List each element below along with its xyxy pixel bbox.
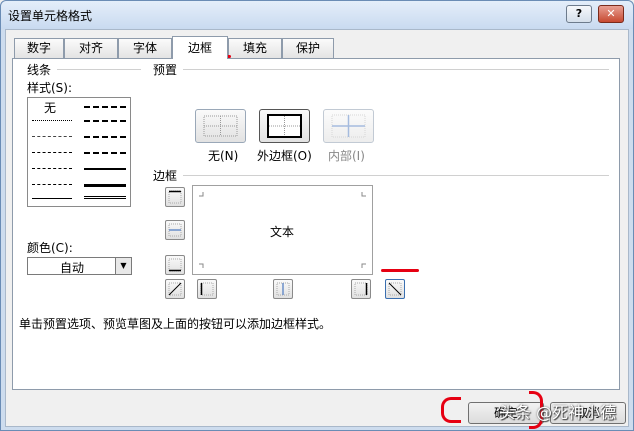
tab-protection[interactable]: 保护 xyxy=(282,38,334,58)
line-style-dash-dot-dot[interactable] xyxy=(32,152,72,153)
preset-outline-button[interactable] xyxy=(259,109,310,143)
style-label: 样式(S): xyxy=(27,81,73,95)
border-bottom-icon xyxy=(168,258,182,272)
preset-none-label: 无(N) xyxy=(208,149,239,163)
line-group-label: 线条 xyxy=(27,63,52,77)
line-style-medium[interactable] xyxy=(84,168,126,170)
preset-outline-icon xyxy=(267,114,302,138)
line-style-hair[interactable] xyxy=(32,120,72,121)
line-style-slant-dash-dot[interactable] xyxy=(84,120,126,122)
line-style-medium-dash-dot[interactable] xyxy=(84,136,126,138)
border-inside-vertical-icon xyxy=(276,282,290,296)
line-style-dash-dot[interactable] xyxy=(32,168,72,169)
preset-outline-label: 外边框(O) xyxy=(257,149,312,163)
tab-number[interactable]: 数字 xyxy=(14,38,64,58)
title-bar: 设置单元格格式 ? ✕ xyxy=(1,1,633,29)
watermark: 头条 @死神小德 xyxy=(499,403,617,422)
line-style-medium-dashed[interactable] xyxy=(84,152,126,154)
border-group-label: 边框 xyxy=(153,169,178,183)
preview-text: 文本 xyxy=(270,225,295,239)
color-dropdown[interactable]: 自动 ▼ xyxy=(27,257,132,275)
presets-group-label: 预置 xyxy=(153,63,178,77)
hint-text: 单击预置选项、预览草图及上面的按钮可以添加边框样式。 xyxy=(19,317,332,331)
preset-none-icon xyxy=(203,115,238,137)
border-bottom-button[interactable] xyxy=(165,255,185,275)
color-value: 自动 xyxy=(59,261,84,275)
tab-alignment[interactable]: 对齐 xyxy=(64,38,118,58)
line-style-thick[interactable] xyxy=(84,184,126,187)
border-tab-panel: 线条 样式(S): 无 颜色(C): 自动 ▼ 预置 无(N) 外边框(O) 内… xyxy=(12,58,620,390)
preset-inside-label: 内部(I) xyxy=(328,149,365,163)
line-style-thin[interactable] xyxy=(32,198,72,199)
format-cells-dialog: 设置单元格格式 ? ✕ 数字 对齐 字体 边框 填充 保护 线条 样式(S): … xyxy=(0,0,634,431)
dropdown-arrow-icon[interactable]: ▼ xyxy=(115,258,131,274)
line-style-dashed[interactable] xyxy=(32,184,72,185)
tab-border[interactable]: 边框 xyxy=(172,36,228,59)
dialog-body: 数字 对齐 字体 边框 填充 保护 线条 样式(S): 无 颜色(C): 自动 … xyxy=(5,29,629,427)
border-diagonal-up-button[interactable] xyxy=(165,279,185,299)
color-label: 颜色(C): xyxy=(27,241,73,255)
close-button[interactable]: ✕ xyxy=(598,5,624,23)
dialog-title: 设置单元格格式 xyxy=(8,9,93,23)
line-style-double[interactable] xyxy=(84,196,126,199)
line-style-dotted[interactable] xyxy=(32,136,72,137)
tab-font[interactable]: 字体 xyxy=(118,38,172,58)
line-style-none[interactable]: 无 xyxy=(44,99,56,116)
border-inside-vertical-button[interactable] xyxy=(273,279,293,299)
preset-inside-icon xyxy=(331,114,366,138)
border-top-icon xyxy=(168,190,182,204)
line-style-list[interactable]: 无 xyxy=(27,97,131,207)
preset-inside-button[interactable] xyxy=(323,109,374,143)
diagonal-up-icon xyxy=(168,282,182,296)
border-left-button[interactable] xyxy=(197,279,217,299)
help-button[interactable]: ? xyxy=(566,5,592,23)
border-inside-horizontal-icon xyxy=(168,223,182,237)
border-diagonal-down-button[interactable] xyxy=(385,279,405,299)
annotation-bracket-left xyxy=(441,397,461,423)
border-left-icon xyxy=(200,282,214,296)
tab-fill[interactable]: 填充 xyxy=(228,38,282,58)
border-inside-horizontal-button[interactable] xyxy=(165,220,185,240)
preset-none-button[interactable] xyxy=(195,109,246,143)
border-right-button[interactable] xyxy=(351,279,371,299)
annotation-underline-diagonal xyxy=(381,269,419,272)
line-style-medium-dash-dot-dot[interactable] xyxy=(84,106,126,108)
border-right-icon xyxy=(354,282,368,296)
border-preview[interactable]: 文本 xyxy=(192,185,373,275)
diagonal-down-icon xyxy=(388,282,402,296)
border-top-button[interactable] xyxy=(165,187,185,207)
